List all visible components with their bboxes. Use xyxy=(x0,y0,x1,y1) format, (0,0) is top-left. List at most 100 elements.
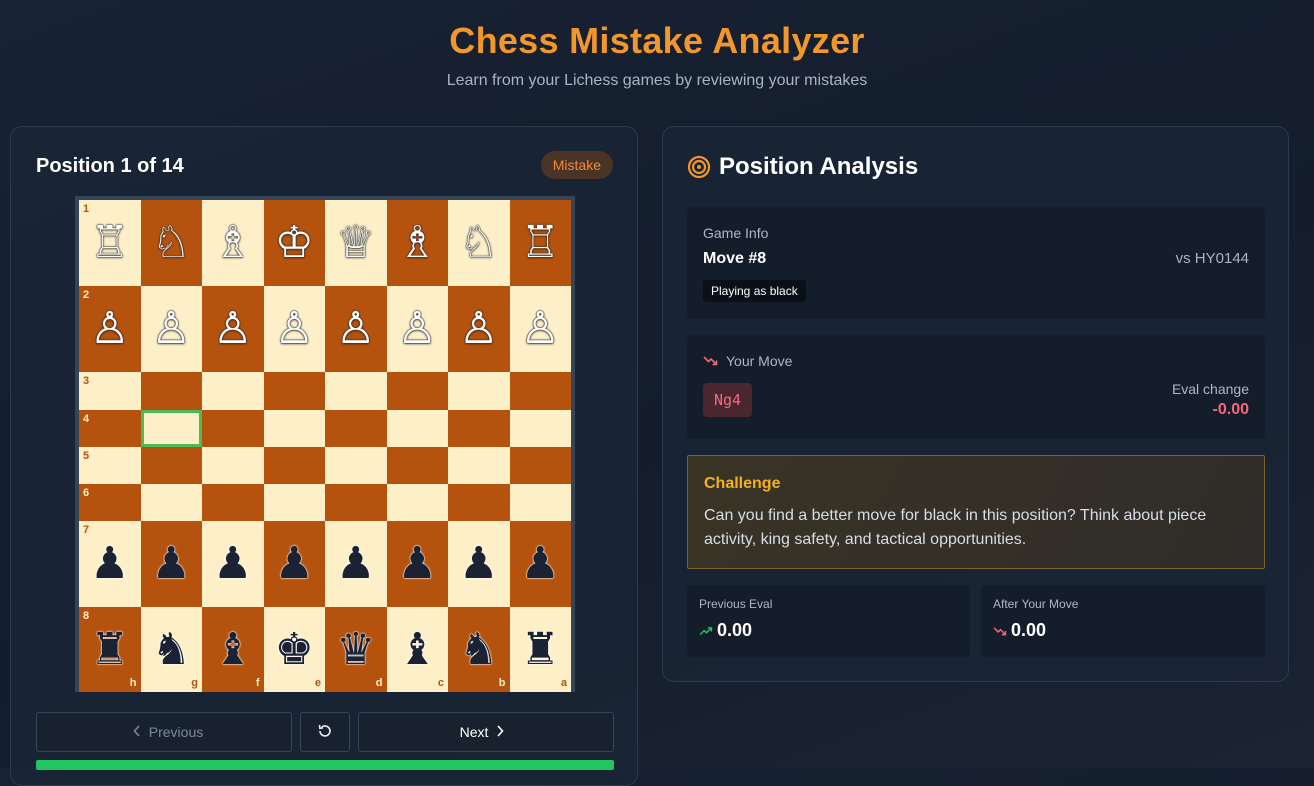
board-square-a5[interactable] xyxy=(509,447,571,484)
board-square-e3[interactable] xyxy=(263,372,325,410)
board-square-c5[interactable] xyxy=(386,447,448,484)
board-square-b1[interactable]: ♘ xyxy=(448,200,510,286)
board-square-e2[interactable]: ♙ xyxy=(263,286,326,372)
chess-board[interactable]: ♖ 1 ♘ ♗ ♔ ♕ ♗ ♘ ♖ ♙ 2 ♙ ♙ ♙ ♙ ♙ ♙ ♙ 3 4 5 6 ♟ 7 ♟ ♟ ♟ ♟ ♟ ♟ ♟ ♜ 8 h ♞ g ♝ f ♚ e… xyxy=(75,196,575,692)
board-square-b5[interactable] xyxy=(448,447,510,484)
chess-piece[interactable]: ♙ xyxy=(448,286,510,372)
board-square-d7[interactable]: ♟ xyxy=(325,521,387,607)
chess-piece[interactable]: ♟ xyxy=(202,521,264,607)
board-square-a8[interactable]: ♜ a xyxy=(509,607,571,692)
your-move-label: Your Move xyxy=(726,353,793,369)
board-square-e5[interactable] xyxy=(263,447,325,484)
board-square-b6[interactable] xyxy=(448,484,510,521)
board-square-a4[interactable] xyxy=(509,410,571,447)
chess-piece[interactable]: ♟ xyxy=(141,521,203,607)
chess-piece[interactable]: ♙ xyxy=(510,286,572,372)
board-square-g4[interactable] xyxy=(140,410,202,447)
board-square-g8[interactable]: ♞ g xyxy=(140,607,202,692)
board-square-e7[interactable]: ♟ xyxy=(263,521,326,607)
board-square-a7[interactable]: ♟ xyxy=(509,521,572,607)
chess-piece[interactable]: ♟ xyxy=(264,521,326,607)
chess-piece[interactable]: ♙ xyxy=(325,286,387,372)
board-square-d6[interactable] xyxy=(325,484,387,521)
board-square-g1[interactable]: ♘ xyxy=(140,200,203,286)
board-square-d2[interactable]: ♙ xyxy=(325,286,387,372)
board-square-h7[interactable]: ♟ 7 xyxy=(79,521,141,607)
board-square-f7[interactable]: ♟ xyxy=(202,521,264,607)
board-square-h5[interactable]: 5 xyxy=(79,447,141,484)
chess-piece[interactable]: ♔ xyxy=(264,200,326,286)
chess-piece[interactable]: ♟ xyxy=(387,521,449,607)
board-square-c3[interactable] xyxy=(386,372,448,410)
board-square-d3[interactable] xyxy=(325,372,387,410)
board-square-h3[interactable]: 3 xyxy=(79,372,141,410)
board-square-e8[interactable]: ♚ e xyxy=(263,607,325,692)
board-square-c2[interactable]: ♙ xyxy=(386,286,449,372)
board-square-f5[interactable] xyxy=(202,447,264,484)
chess-piece[interactable]: ♝ xyxy=(202,607,264,692)
next-button[interactable]: Next xyxy=(358,712,614,752)
board-square-b7[interactable]: ♟ xyxy=(448,521,510,607)
chess-piece[interactable]: ♟ xyxy=(448,521,510,607)
board-square-e1[interactable]: ♔ xyxy=(263,200,326,286)
board-square-d5[interactable] xyxy=(325,447,387,484)
reset-button[interactable] xyxy=(300,712,350,752)
previous-button[interactable]: Previous xyxy=(36,712,292,752)
board-square-a3[interactable] xyxy=(509,372,571,410)
board-square-b2[interactable]: ♙ xyxy=(448,286,510,372)
board-square-a6[interactable] xyxy=(509,484,571,521)
previous-eval-value: 0.00 xyxy=(717,620,753,640)
board-square-c7[interactable]: ♟ xyxy=(386,521,449,607)
board-square-e6[interactable] xyxy=(263,484,325,521)
chess-piece[interactable]: ♘ xyxy=(141,200,203,286)
board-square-a1[interactable]: ♖ xyxy=(509,200,572,286)
board-square-f4[interactable] xyxy=(202,410,264,447)
board-square-f6[interactable] xyxy=(202,484,264,521)
chess-piece[interactable]: ♟ xyxy=(325,521,387,607)
board-square-f3[interactable] xyxy=(202,372,264,410)
board-square-f1[interactable]: ♗ xyxy=(202,200,264,286)
board-square-a2[interactable]: ♙ xyxy=(509,286,572,372)
chess-piece[interactable]: ♙ xyxy=(202,286,264,372)
chevron-left-icon xyxy=(133,724,141,740)
position-counter: Position 1 of 14 xyxy=(36,155,184,177)
board-square-b3[interactable] xyxy=(448,372,510,410)
rank-label: 7 xyxy=(83,524,90,536)
board-square-h8[interactable]: ♜ 8 h xyxy=(79,607,141,692)
chess-piece[interactable]: ♗ xyxy=(202,200,264,286)
chess-piece[interactable]: ♘ xyxy=(448,200,510,286)
after-move-label: After Your Move xyxy=(993,597,1079,611)
board-square-f8[interactable]: ♝ f xyxy=(202,607,264,692)
next-label: Next xyxy=(459,724,489,740)
board-square-c6[interactable] xyxy=(386,484,448,521)
board-square-g5[interactable] xyxy=(140,447,202,484)
board-square-f2[interactable]: ♙ xyxy=(202,286,264,372)
board-square-h6[interactable]: 6 xyxy=(79,484,141,521)
board-square-g3[interactable] xyxy=(140,372,202,410)
board-square-g7[interactable]: ♟ xyxy=(140,521,203,607)
board-square-d1[interactable]: ♕ xyxy=(325,200,387,286)
file-label: g xyxy=(191,677,198,689)
chess-piece[interactable]: ♕ xyxy=(325,200,387,286)
chess-piece[interactable]: ♙ xyxy=(387,286,449,372)
eval-change-label: Eval change xyxy=(1171,381,1249,397)
chess-piece[interactable]: ♗ xyxy=(387,200,449,286)
board-square-c4[interactable] xyxy=(386,410,448,447)
board-square-c1[interactable]: ♗ xyxy=(386,200,449,286)
chess-piece[interactable]: ♙ xyxy=(264,286,326,372)
chess-piece[interactable]: ♖ xyxy=(510,200,572,286)
rank-label: 8 xyxy=(83,610,90,622)
board-square-d4[interactable] xyxy=(325,410,387,447)
board-square-h4[interactable]: 4 xyxy=(79,410,141,447)
board-square-b8[interactable]: ♞ b xyxy=(448,607,510,692)
board-square-h1[interactable]: ♖ 1 xyxy=(79,200,141,286)
board-square-g2[interactable]: ♙ xyxy=(140,286,203,372)
chess-piece[interactable]: ♟ xyxy=(510,521,572,607)
board-square-b4[interactable] xyxy=(448,410,510,447)
board-square-e4[interactable] xyxy=(263,410,325,447)
board-square-h2[interactable]: ♙ 2 xyxy=(79,286,141,372)
board-square-d8[interactable]: ♛ d xyxy=(325,607,387,692)
chess-piece[interactable]: ♙ xyxy=(141,286,203,372)
board-square-g6[interactable] xyxy=(140,484,202,521)
board-square-c8[interactable]: ♝ c xyxy=(386,607,448,692)
